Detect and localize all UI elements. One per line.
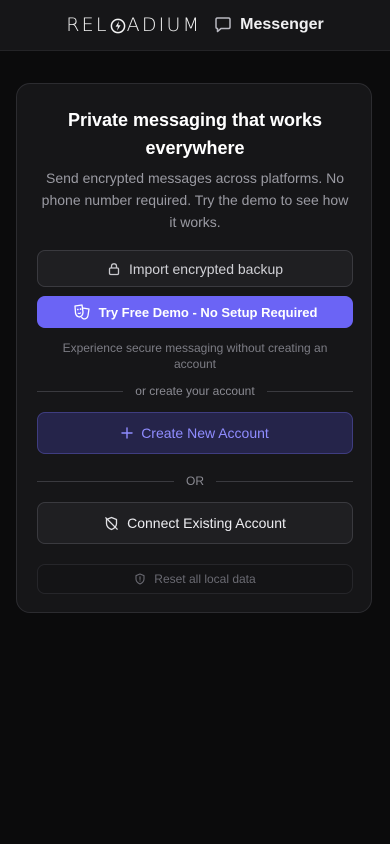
connect-account-label: Connect Existing Account: [127, 515, 286, 531]
divider-line: [216, 480, 353, 482]
shield-alert-icon: [134, 573, 146, 585]
card-subtitle: Send encrypted messages across platforms…: [41, 170, 349, 230]
chat-bubble-icon: [213, 15, 233, 35]
logo-suffix: ADIUM: [126, 14, 202, 36]
app-name: Messenger: [240, 16, 324, 33]
lock-icon: [107, 262, 121, 276]
divider-line: [266, 390, 353, 392]
reset-data-button[interactable]: Reset all local data: [37, 564, 353, 594]
create-account-label: Create New Account: [141, 425, 269, 441]
try-demo-button[interactable]: Try Free Demo - No Setup Required: [37, 296, 353, 328]
theater-masks-icon: [73, 303, 91, 321]
divider-line: [37, 480, 174, 482]
create-account-divider: or create your account: [37, 384, 353, 398]
import-backup-button[interactable]: Import encrypted backup: [37, 250, 353, 287]
logo-prefix: REL: [66, 14, 109, 36]
connect-account-button[interactable]: Connect Existing Account: [37, 502, 353, 544]
plus-icon: [121, 427, 133, 439]
card-title: Private messaging that works everywhere: [67, 110, 323, 158]
shield-off-icon: [104, 516, 119, 531]
app-logo: REL ADIUM: [66, 14, 201, 36]
or-divider: OR: [37, 474, 353, 488]
divider-line: [37, 390, 124, 392]
import-backup-label: Import encrypted backup: [128, 260, 284, 277]
logo-bolt-icon: [110, 17, 126, 34]
create-account-button[interactable]: Create New Account: [37, 412, 353, 454]
demo-note: Experience secure messaging without crea…: [62, 341, 328, 371]
try-demo-label: Try Free Demo - No Setup Required: [98, 304, 318, 320]
onboarding-card: Private messaging that works everywhere …: [16, 83, 372, 613]
app-title: Messenger: [213, 15, 324, 35]
divider-or-label: OR: [186, 474, 204, 488]
divider-create-label: or create your account: [135, 384, 255, 398]
reset-data-label: Reset all local data: [154, 572, 256, 586]
top-bar: REL ADIUM Messenger: [0, 0, 390, 51]
